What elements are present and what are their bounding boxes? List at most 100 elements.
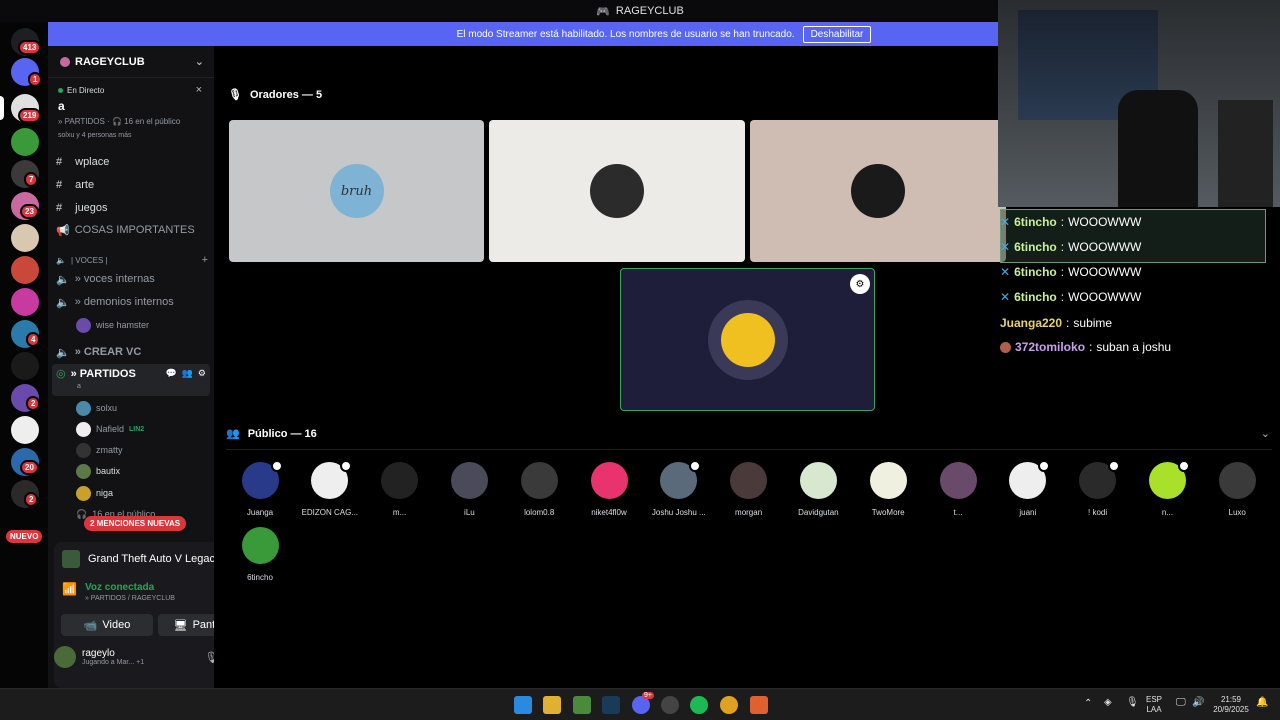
disable-streamer-button[interactable]: Deshabilitar <box>802 25 872 43</box>
microphone-icon[interactable]: 🎙 <box>1126 697 1139 708</box>
avatar <box>76 442 91 458</box>
chat-icon[interactable]: 💬 <box>165 368 176 379</box>
partidos-channel[interactable]: ◎ » PARTIDOS 💬 👥 ⚙ a <box>52 364 210 396</box>
audience-member[interactable]: Joshu Joshu ... <box>649 460 709 517</box>
voice-channel-demonios[interactable]: 🔈 » demonios internos <box>56 292 208 312</box>
audience-member[interactable]: TwoMore <box>858 462 918 517</box>
signal-icon[interactable]: 📶 <box>62 582 77 596</box>
voice-user[interactable]: zmatty <box>76 441 123 459</box>
server-item[interactable] <box>11 416 39 444</box>
add-user-icon[interactable]: 👥 <box>182 368 193 379</box>
voice-channel-internas[interactable]: 🔈 » voces internas <box>56 269 208 289</box>
active-server-pill <box>0 96 4 120</box>
close-icon[interactable]: × <box>196 84 202 96</box>
voice-user[interactable]: bautix <box>76 462 120 480</box>
app-icon[interactable] <box>573 696 591 714</box>
sword-icon: ✕ <box>1000 265 1011 279</box>
channel-wplace[interactable]: # wplace <box>56 152 208 172</box>
add-channel-icon[interactable]: + <box>202 254 208 266</box>
server-item[interactable] <box>11 256 39 284</box>
channel-juegos[interactable]: # juegos <box>56 198 208 218</box>
server-pepe[interactable] <box>11 128 39 156</box>
audience-name: Juanga <box>246 508 274 517</box>
voice-user[interactable]: wise hamster <box>76 316 149 334</box>
audience-name: juani <box>1019 508 1037 517</box>
voice-channel-crear-vc[interactable]: 🔈 » CREAR VC <box>56 342 208 362</box>
audience-member[interactable]: Davidgutan <box>788 462 848 517</box>
voice-user[interactable]: solxu <box>76 399 117 417</box>
audience-member[interactable]: 6tincho <box>230 527 290 582</box>
avatar <box>939 462 977 499</box>
lang-bottom: LAA <box>1146 705 1162 714</box>
network-icon[interactable]: 🖵 <box>1176 697 1186 708</box>
voice-user[interactable]: Nafield LIN2 <box>76 420 144 438</box>
file-explorer-icon[interactable] <box>543 696 561 714</box>
clock-date: 20/9/2025 <box>1213 705 1249 714</box>
voice-user[interactable]: niga <box>76 484 113 502</box>
user-avatar[interactable] <box>54 646 76 668</box>
live-stage-card[interactable]: En Directo × a » PARTIDOS · 🎧 16 en el p… <box>52 80 210 150</box>
audience-member[interactable]: lolom0.8 <box>509 462 569 517</box>
clock-time: 21:59 <box>1220 695 1242 704</box>
channel-arte[interactable]: # arte <box>56 175 208 195</box>
audience-member[interactable]: Juanga <box>230 460 290 517</box>
channel-label: » demonios internos <box>74 296 174 308</box>
start-icon[interactable] <box>514 696 532 714</box>
server-header[interactable]: RAGEYCLUB ⌄ <box>48 46 214 78</box>
windows-taskbar: 9+ ⌃ ◈ 🎙 ESP LAA 🖵 🔊 21:59 20/9/2025 🔔 <box>0 688 1280 720</box>
chrome-icon[interactable] <box>720 696 738 714</box>
notification-icon[interactable]: 🔔 <box>1256 697 1268 708</box>
audience-member[interactable]: iLu <box>439 462 499 517</box>
language-indicator[interactable]: ESP LAA <box>1146 695 1162 715</box>
speaker-tile-active[interactable]: ⚙ <box>620 268 875 411</box>
new-badge[interactable]: NUEVO <box>6 530 43 543</box>
gear-icon[interactable]: ⚙ <box>198 368 206 379</box>
user-tag: LIN2 <box>129 425 145 433</box>
server-item[interactable] <box>11 224 39 252</box>
chevron-down-icon[interactable]: ⌄ <box>195 55 204 68</box>
server-item[interactable] <box>11 352 39 380</box>
server-badge: 7 <box>24 172 39 187</box>
chat-text: WOOOWWW <box>1068 215 1142 229</box>
video-button[interactable]: 📹 Video <box>61 614 153 636</box>
avatar <box>76 400 91 416</box>
volume-icon[interactable]: 🔊 <box>1192 697 1204 708</box>
spotify-icon[interactable] <box>690 696 708 714</box>
steam-icon[interactable] <box>602 696 620 714</box>
server-item[interactable] <box>11 288 39 316</box>
chat-user: 6tincho <box>1014 215 1057 229</box>
channel-label: arte <box>75 179 95 191</box>
audience-member[interactable]: t... <box>928 462 988 517</box>
audience-member[interactable]: ! kodi <box>1068 460 1128 517</box>
audience-name: TwoMore <box>871 508 905 517</box>
live-dot-icon <box>58 87 63 93</box>
voice-location[interactable]: » PARTIDOS / RAGEYCLUB <box>85 595 175 602</box>
audience-member[interactable]: n... <box>1137 460 1197 517</box>
speaker-icon: 🔈 <box>56 296 70 309</box>
moderator-icon: ⚙ <box>850 274 870 294</box>
chevron-down-icon[interactable]: ⌄ <box>1261 427 1270 440</box>
speaker-tile[interactable] <box>489 120 745 262</box>
audience-member[interactable]: m... <box>370 462 430 517</box>
app-icon[interactable] <box>750 696 768 714</box>
speaker-tile[interactable]: bruh <box>229 120 484 262</box>
clock[interactable]: 21:59 20/9/2025 <box>1210 695 1252 715</box>
chat-message: ✕ 6tincho: WOOOWWW <box>1000 265 1142 279</box>
channel-cosas-importantes[interactable]: 📢 COSAS IMPORTANTES <box>56 220 208 240</box>
audience-member[interactable]: Luxo <box>1207 462 1267 517</box>
audience-member[interactable]: niket4fl0w <box>579 462 639 517</box>
speaker-tile[interactable] <box>750 120 1006 262</box>
audience-member[interactable]: EDIZON CAG... <box>300 460 360 517</box>
chat-message: ✕ 6tincho: WOOOWWW <box>1000 290 1142 304</box>
avatar <box>799 462 837 499</box>
tray-app-icon[interactable]: ◈ <box>1104 697 1112 708</box>
voice-category[interactable]: 🔈 | VOCES | + <box>56 250 208 270</box>
chevron-up-icon[interactable]: ⌃ <box>1084 698 1092 709</box>
audience-member[interactable]: juani <box>998 460 1058 517</box>
app-icon[interactable] <box>661 696 679 714</box>
new-mentions-pill[interactable]: 2 MENCIONES NUEVAS <box>84 516 187 531</box>
chat-message: ✕ 6tincho: WOOOWWW <box>1000 215 1142 229</box>
avatar <box>730 462 768 499</box>
discord-icon: 🎮 <box>596 5 610 18</box>
audience-member[interactable]: morgan <box>719 462 779 517</box>
